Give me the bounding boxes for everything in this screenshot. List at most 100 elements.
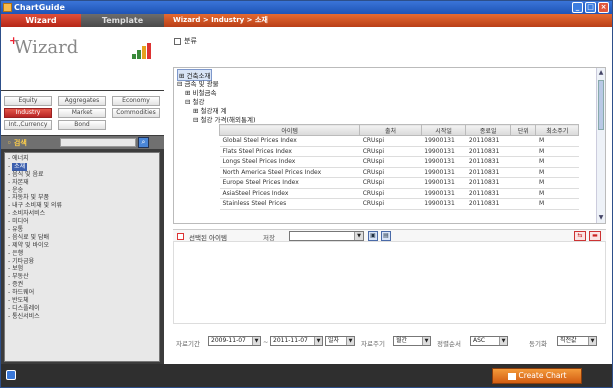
industry-item[interactable]: - 에너지 <box>8 155 156 163</box>
industry-item[interactable]: - 보험 <box>8 265 156 273</box>
remove-item-icon[interactable]: ⇆ <box>574 231 586 241</box>
industry-item[interactable]: - 하드웨어 <box>8 289 156 297</box>
sort-label: 정렬순서 <box>437 340 461 348</box>
sort-value: ASC <box>473 337 486 344</box>
column-header-start[interactable]: 시작일 <box>420 124 467 136</box>
info-icon[interactable] <box>6 370 16 380</box>
industry-item[interactable]: - 은행 <box>8 250 156 258</box>
app-icon <box>3 3 12 12</box>
end-date-select[interactable]: 2011-11-07 ▼ <box>270 336 323 346</box>
industry-item[interactable]: - 기타금융 <box>8 258 156 266</box>
table-cell: 20110831 <box>465 177 511 189</box>
industry-item-label: 음식 및 음료 <box>12 170 44 178</box>
date-unit-value: 일자 <box>328 337 340 344</box>
industry-item[interactable]: - 소재 <box>8 162 156 171</box>
table-cell: M <box>535 198 579 210</box>
industry-item[interactable]: - 소비자서비스 <box>8 210 156 218</box>
chevron-down-icon: ▼ <box>422 337 430 345</box>
industry-item-label: 통신서비스 <box>12 312 40 320</box>
table-row[interactable]: Stainless Steel Prices CRUspi 19900131 2011… <box>219 198 579 210</box>
category-aggregates[interactable]: Aggregates <box>58 96 106 106</box>
minimize-icon[interactable]: _ <box>572 2 583 13</box>
category-market[interactable]: Market <box>58 108 106 118</box>
period-label: 자료기간 <box>176 340 200 348</box>
tree-node-steel-prices[interactable]: ⊟ 철강 가격(해외통계) <box>193 114 256 124</box>
search-row: ◦ 검색 ⌕ <box>1 136 164 149</box>
table-cell: Flats Steel Prices Index <box>219 146 360 157</box>
category-commodities[interactable]: Commodities <box>112 108 160 118</box>
column-header-min-freq[interactable]: 최소주기 <box>535 124 579 136</box>
industry-item[interactable]: - 디스플레이 <box>8 305 156 313</box>
industry-item[interactable]: - 미디어 <box>8 218 156 226</box>
period-settings-bar: 자료기간 2009-11-07 ▼ ~ 2011-11-07 ▼ 일자 ▼ 자료주기 … <box>173 335 606 349</box>
tree-scrollbar[interactable]: ▲ ▼ <box>596 68 605 223</box>
category-industry[interactable]: Industry <box>4 108 52 118</box>
classification-header: 분류 <box>174 36 197 46</box>
table-cell <box>510 177 536 189</box>
category-int-currency[interactable]: Int.,Currency <box>4 120 52 130</box>
table-row[interactable]: Flats Steel Prices Index CRUspi 19900131 20… <box>219 146 579 157</box>
sync-select[interactable]: 직전값 ▼ <box>557 336 597 346</box>
table-cell: Europe Steel Prices Index <box>219 177 360 189</box>
save-icon[interactable]: ▣ <box>368 231 378 241</box>
industry-item[interactable]: - 음식 및 음료 <box>8 171 156 179</box>
industry-item[interactable]: - 음식료 및 담배 <box>8 234 156 242</box>
industry-item[interactable]: - 자본재 <box>8 179 156 187</box>
date-unit-select[interactable]: 일자 ▼ <box>325 336 355 346</box>
table-row[interactable]: Europe Steel Prices Index CRUspi 19900131 2… <box>219 177 579 189</box>
scroll-up-icon[interactable]: ▲ <box>597 69 605 77</box>
industry-item[interactable]: - 제약 및 바이오 <box>8 242 156 250</box>
scroll-down-icon[interactable]: ▼ <box>597 214 605 222</box>
item-table-body: Global Steel Prices Index CRUspi 19900131 2… <box>219 135 579 210</box>
search-icon[interactable]: ⌕ <box>138 137 149 148</box>
industry-item-label: 미디어 <box>12 218 29 226</box>
save-select[interactable]: ▼ <box>289 231 364 241</box>
table-row[interactable]: AsiaSteel Prices Index CRUspi 19900131 2011… <box>219 188 579 199</box>
industry-item[interactable]: - 반도체 <box>8 297 156 305</box>
freq-select[interactable]: 월간 ▼ <box>393 336 431 346</box>
table-row[interactable]: Longs Steel Prices Index CRUspi 19900131 20… <box>219 156 579 168</box>
create-chart-button[interactable]: Create Chart <box>492 368 582 384</box>
maximize-icon[interactable]: □ <box>585 2 596 13</box>
chevron-down-icon: ▼ <box>499 337 507 345</box>
table-cell <box>510 146 536 157</box>
industry-item[interactable]: - 증권 <box>8 281 156 289</box>
table-cell: M <box>535 156 579 168</box>
remove-all-icon[interactable]: ▬ <box>589 231 601 241</box>
freq-value: 월간 <box>396 337 408 344</box>
search-input[interactable] <box>60 138 136 147</box>
selected-items-area[interactable] <box>173 242 606 324</box>
industry-item[interactable]: - 통신서비스 <box>8 313 156 321</box>
column-header-unit[interactable]: 단위 <box>509 124 537 136</box>
sync-label: 동기화 <box>529 340 547 348</box>
table-cell <box>510 198 536 210</box>
table-cell: North America Steel Prices Index <box>219 167 360 178</box>
breadcrumb: Wizard > Industry > 소재 <box>164 14 612 27</box>
table-cell: M <box>535 146 579 157</box>
industry-item-label: 부동산 <box>12 273 29 281</box>
delete-icon[interactable]: ▤ <box>381 231 391 241</box>
sort-select[interactable]: ASC ▼ <box>470 336 508 346</box>
column-header-end[interactable]: 종료일 <box>465 124 511 136</box>
tab-template[interactable]: Template <box>81 14 164 27</box>
table-cell: M <box>535 167 579 178</box>
category-equity[interactable]: Equity <box>4 96 52 106</box>
table-row[interactable]: Global Steel Prices Index CRUspi 19900131 2… <box>219 135 579 147</box>
close-icon[interactable]: × <box>598 2 609 13</box>
selected-items-checkbox[interactable] <box>177 233 184 240</box>
window-title: ChartGuide <box>14 3 65 12</box>
table-cell: CRUspi <box>359 177 422 189</box>
table-row[interactable]: North America Steel Prices Index CRUspi 19… <box>219 167 579 178</box>
scroll-thumb[interactable] <box>598 80 604 130</box>
tab-wizard[interactable]: Wizard <box>1 14 81 27</box>
industry-item[interactable]: - 부동산 <box>8 273 156 281</box>
industry-item[interactable]: - 유통 <box>8 226 156 234</box>
start-date-select[interactable]: 2009-11-07 ▼ <box>208 336 261 346</box>
chevron-down-icon: ▼ <box>314 337 322 345</box>
freq-label: 자료주기 <box>361 340 385 348</box>
table-cell: 19900131 <box>421 156 466 168</box>
column-header-source[interactable]: 출처 <box>359 124 422 136</box>
column-header-item[interactable]: 아이템 <box>218 124 361 136</box>
category-economy[interactable]: Economy <box>112 96 160 106</box>
category-bond[interactable]: Bond <box>58 120 106 130</box>
